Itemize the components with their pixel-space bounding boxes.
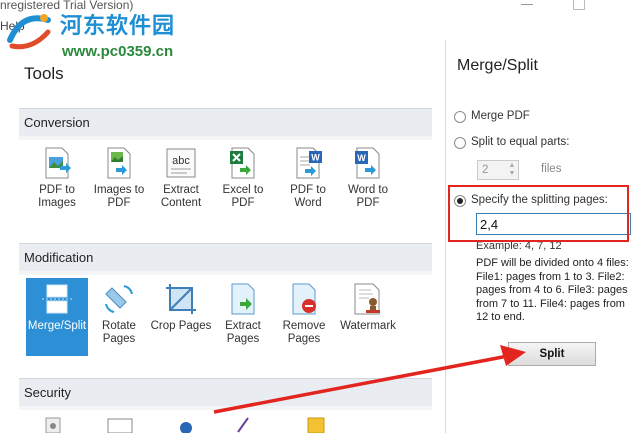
section-separator: [19, 271, 432, 275]
merge-split-icon: [42, 284, 72, 314]
section-title: Conversion: [24, 115, 90, 130]
tool-merge-split[interactable]: Merge/Split: [26, 278, 88, 356]
maximize-button[interactable]: [573, 0, 585, 10]
tool-label: Crop Pages: [150, 320, 212, 332]
tool-extract-pages[interactable]: Extract Pages: [212, 278, 272, 354]
tool-label: Word to PDF: [347, 184, 389, 209]
tool-excel-to-pdf[interactable]: Excel to PDF: [212, 142, 272, 218]
svg-text:W: W: [357, 153, 366, 163]
svg-text:abc: abc: [172, 155, 190, 167]
excel-to-pdf-icon: [230, 147, 255, 179]
remove-pages-icon: [292, 283, 316, 315]
watermark-url: www.pc0359.cn: [62, 43, 174, 60]
tool-images-to-pdf[interactable]: Images to PDF: [88, 142, 148, 218]
section-title: Security: [24, 385, 71, 400]
tool-remove-pages[interactable]: Remove Pages: [273, 278, 333, 354]
watermark-overlay: 河东软件园 www.pc0359.cn: [2, 4, 202, 66]
tool-crop-pages[interactable]: Crop Pages: [150, 278, 212, 354]
pdf-to-word-icon: W: [296, 147, 322, 179]
tool-pdf-to-images[interactable]: PDF to Images: [26, 142, 86, 218]
highlight-box: [448, 185, 629, 242]
watermark-site-name: 河东软件园: [60, 14, 176, 39]
images-to-pdf-icon: [107, 147, 131, 179]
tool-label: PDF to Images: [38, 184, 76, 209]
site-logo-icon: [7, 14, 51, 50]
word-to-pdf-icon: W: [355, 147, 380, 179]
rotate-pages-icon: [105, 285, 133, 313]
option-label: Merge PDF: [471, 110, 530, 122]
tool-rotate-pages[interactable]: Rotate Pages: [88, 278, 148, 354]
tool-label: Remove Pages: [282, 320, 326, 345]
tool-extract-content[interactable]: abc Extract Content: [150, 142, 210, 218]
parts-count-value: 2: [482, 164, 489, 176]
pdf-to-images-icon: [45, 147, 71, 179]
tools-heading: Tools: [24, 64, 64, 83]
crop-pages-icon: [166, 284, 196, 314]
section-separator: [19, 406, 432, 410]
svg-text:W: W: [311, 153, 320, 163]
spinner-arrows-icon[interactable]: ▲ ▼: [507, 162, 517, 178]
parts-count-input[interactable]: 2 ▲ ▼: [477, 160, 519, 180]
tool-label: Merge/Split: [27, 320, 87, 332]
section-title: Modification: [24, 250, 94, 265]
tool-label: Images to PDF: [93, 184, 145, 209]
radio-split-equal[interactable]: [454, 137, 466, 149]
tool-label: Extract Content: [160, 184, 202, 209]
minimize-button[interactable]: [521, 4, 533, 5]
section-separator: [19, 136, 432, 140]
files-label: files: [541, 163, 562, 175]
option-label: Split to equal parts:: [471, 136, 570, 148]
split-button[interactable]: Split: [508, 342, 596, 366]
watermark-icon: [354, 283, 380, 315]
section-security: Security: [19, 378, 432, 406]
tool-watermark[interactable]: Watermark: [337, 278, 397, 354]
extract-content-icon: abc: [166, 148, 196, 178]
split-description: PDF will be divided onto 4 files: File1:…: [476, 257, 629, 323]
tool-label: Excel to PDF: [222, 184, 264, 209]
security-tools-icons: [45, 417, 325, 433]
merge-split-title: Merge/Split: [457, 57, 538, 74]
tool-word-to-pdf[interactable]: W Word to PDF: [337, 142, 397, 218]
section-conversion: Conversion: [19, 108, 432, 136]
tool-pdf-to-word[interactable]: W PDF to Word: [277, 142, 337, 218]
tool-label: Rotate Pages: [102, 320, 136, 345]
radio-merge-pdf[interactable]: [454, 111, 466, 123]
tool-label: Extract Pages: [225, 320, 261, 345]
section-modification: Modification: [19, 243, 432, 271]
tool-label: PDF to Word: [290, 184, 326, 209]
extract-pages-icon: [231, 283, 255, 315]
tool-label: Watermark: [340, 320, 396, 332]
